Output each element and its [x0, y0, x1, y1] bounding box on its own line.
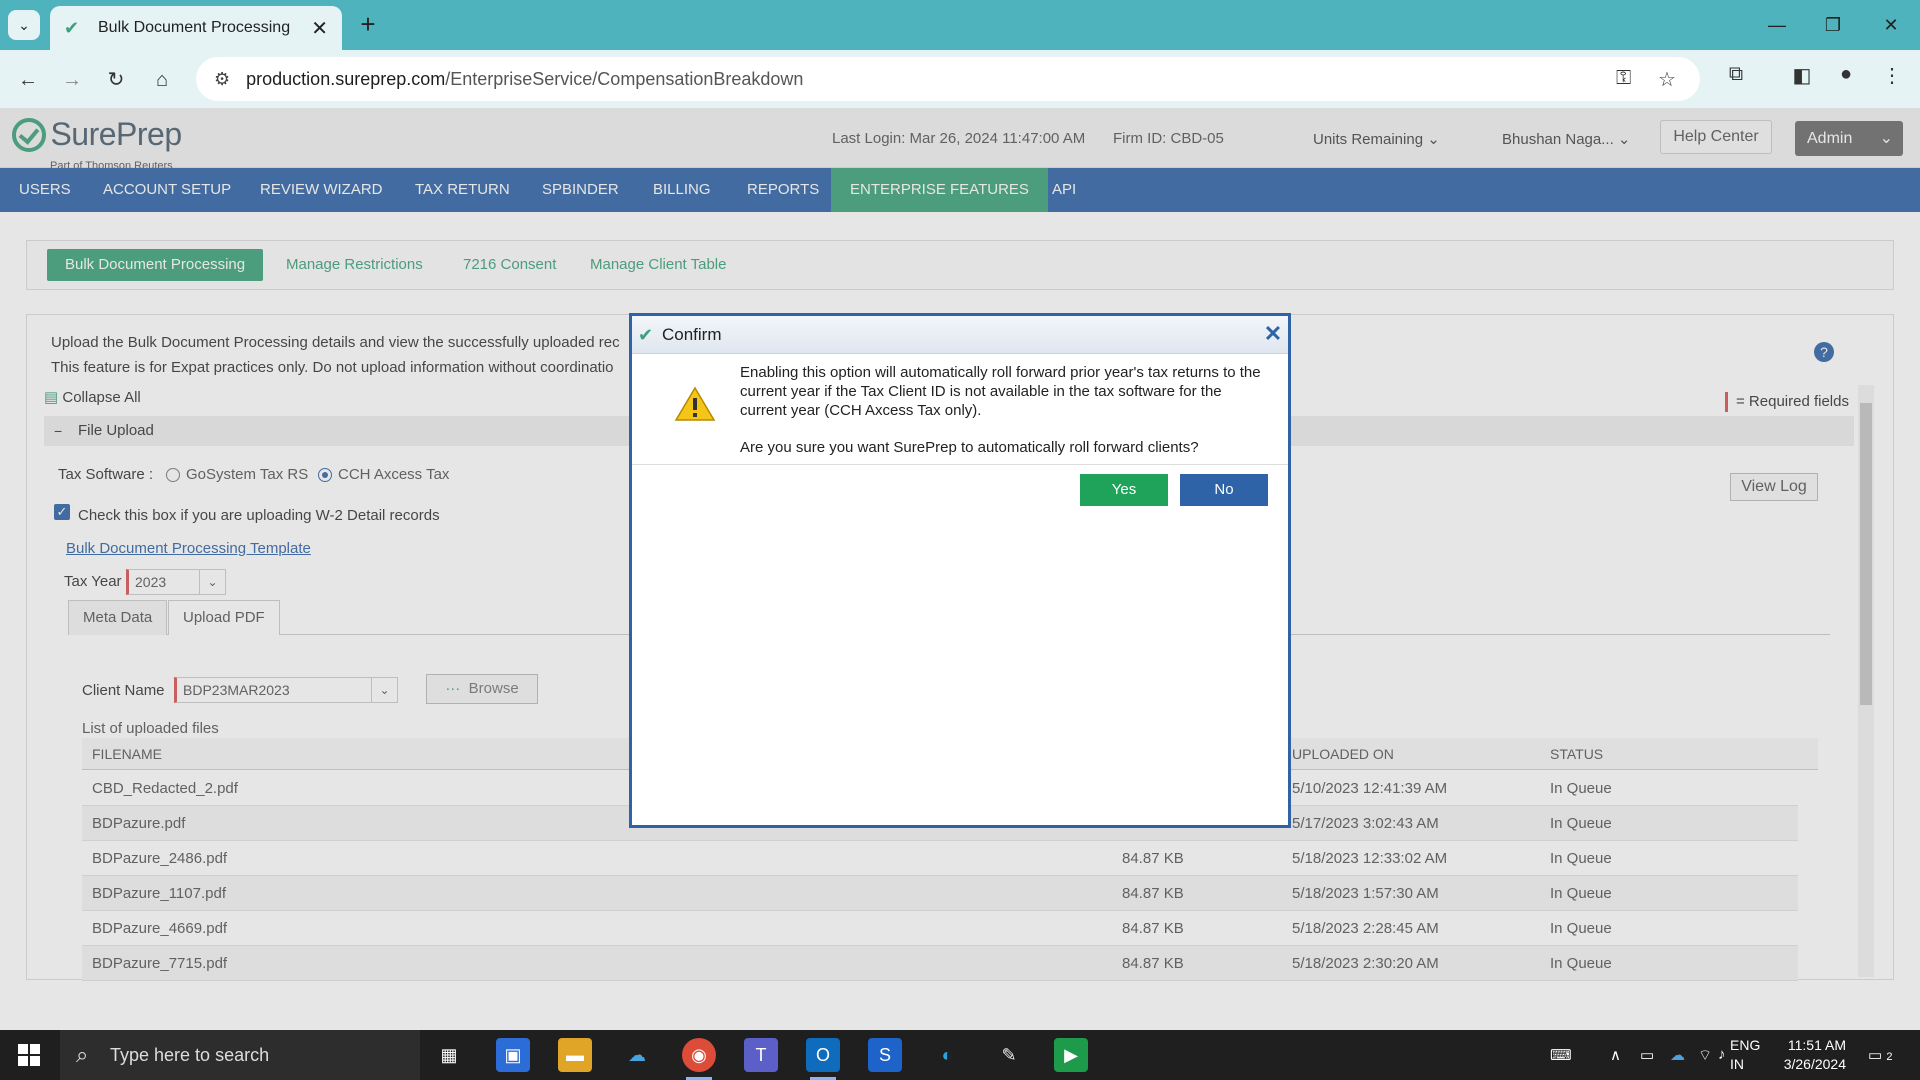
yes-button[interactable]: Yes — [1080, 474, 1168, 506]
forward-arrow-icon[interactable]: → — [56, 64, 88, 96]
browser-titlebar: ⌄ ✔ Bulk Document Processing ✕ + — ❐ ✕ — [0, 0, 1920, 50]
battery-icon[interactable]: ▭ — [1640, 1046, 1654, 1064]
tab-close-icon[interactable]: ✕ — [311, 16, 328, 41]
keyboard-icon[interactable]: ⌨ — [1550, 1046, 1572, 1064]
check-shield-icon: ✔ — [638, 325, 654, 345]
restore-icon[interactable]: ❐ — [1808, 10, 1858, 40]
paint-icon[interactable]: ✎ — [992, 1038, 1026, 1072]
file-explorer-icon[interactable]: ▬ — [558, 1038, 592, 1072]
chrome-icon[interactable]: ◉ — [682, 1038, 716, 1080]
search-icon: ⌕ — [76, 1042, 89, 1067]
new-tab-button[interactable]: + — [352, 10, 384, 40]
site-info-icon[interactable]: ⚙ — [214, 69, 230, 90]
menu-kebab-icon[interactable]: ⋮ — [1876, 63, 1908, 88]
address-bar[interactable]: ⚙ production.sureprep.com/EnterpriseServ… — [196, 57, 1700, 101]
minimize-icon[interactable]: — — [1752, 10, 1802, 40]
extensions-icon[interactable]: ⧉ — [1720, 63, 1752, 86]
task-view-icon[interactable]: ▦ — [432, 1038, 466, 1072]
back-arrow-icon[interactable]: ← — [12, 64, 44, 96]
dialog-close-icon[interactable]: ✕ — [1262, 322, 1284, 346]
notifications-icon[interactable]: ▭ 2 — [1868, 1046, 1892, 1064]
tab-title: Bulk Document Processing — [98, 19, 291, 36]
side-panel-icon[interactable]: ◧ — [1786, 63, 1818, 88]
warning-icon — [674, 386, 716, 427]
url-text: production.sureprep.com/EnterpriseServic… — [246, 68, 804, 89]
confirm-dialog: ✔ Confirm ✕ Enabling this option will au… — [629, 313, 1291, 828]
windows-start-icon[interactable] — [18, 1044, 40, 1066]
chevron-down-icon: ⌄ — [18, 16, 30, 33]
dialog-divider — [632, 464, 1288, 465]
dialog-message: Enabling this option will automatically … — [740, 364, 1261, 419]
outlook-icon[interactable]: O — [806, 1038, 840, 1080]
taskbar-search[interactable]: ⌕ Type here to search — [60, 1030, 420, 1080]
tab-search-button[interactable]: ⌄ — [8, 10, 40, 40]
onedrive-tray-icon[interactable]: ☁ — [1670, 1046, 1685, 1064]
window-close-icon[interactable]: ✕ — [1866, 10, 1916, 40]
browser-toolbar: ← → ↻ ⌂ ⚙ production.sureprep.com/Enterp… — [0, 50, 1920, 108]
reload-icon[interactable]: ↻ — [100, 64, 132, 96]
profile-icon[interactable]: ● — [1830, 63, 1862, 86]
dialog-title-bar: ✔ Confirm — [632, 316, 1288, 354]
sureprep-favicon-icon: ✔ — [64, 18, 80, 38]
store-icon[interactable]: ▣ — [496, 1038, 530, 1072]
teams-icon[interactable]: T — [744, 1038, 778, 1072]
windows-taskbar: ⌕ Type here to search ▦ ▣ ▬ ☁ ◉ T O S ◐ … — [0, 1030, 1920, 1080]
browser-tab[interactable]: ✔ Bulk Document Processing ✕ — [50, 6, 342, 50]
edge-icon[interactable]: ◐ — [930, 1038, 964, 1072]
password-key-icon[interactable]: ⚿ — [1616, 67, 1631, 90]
show-hidden-icons-icon[interactable]: ∧ — [1610, 1046, 1621, 1064]
dialog-question: Are you sure you want SurePrep to automa… — [740, 439, 1199, 456]
bookmark-star-icon[interactable]: ☆ — [1658, 67, 1676, 92]
onedrive-app-icon[interactable]: ☁ — [620, 1038, 654, 1072]
home-icon[interactable]: ⌂ — [146, 64, 178, 96]
no-button[interactable]: No — [1180, 474, 1268, 506]
media-player-icon[interactable]: ▶ — [1054, 1038, 1088, 1072]
volume-icon[interactable]: ♪ — [1718, 1046, 1726, 1063]
dialog-title: Confirm — [662, 325, 722, 344]
language-indicator[interactable]: ENG IN — [1730, 1036, 1760, 1074]
clock[interactable]: 11:51 AM 3/26/2024 — [1776, 1036, 1846, 1074]
sureprep-app-icon[interactable]: S — [868, 1038, 902, 1072]
network-icon[interactable]: ⌔ — [1698, 1046, 1712, 1065]
